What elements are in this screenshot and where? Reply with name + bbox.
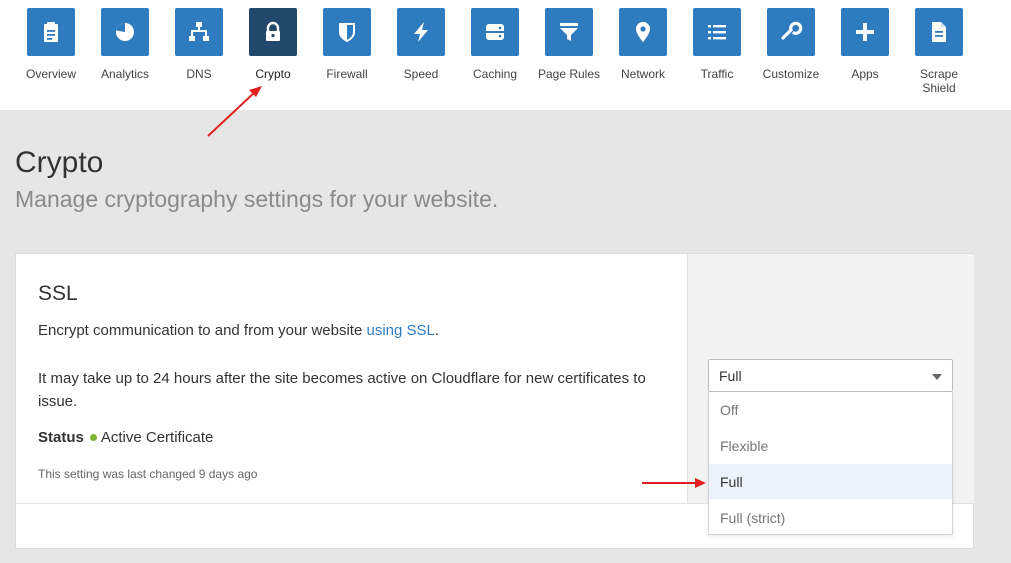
list-icon [693, 8, 741, 56]
nav-item-page-rules[interactable]: Page Rules [532, 8, 606, 81]
nav-item-crypto[interactable]: Crypto [236, 8, 310, 81]
ssl-certificate-note: It may take up to 24 hours after the sit… [38, 370, 646, 410]
filter-icon [545, 8, 593, 56]
status-value: Active Certificate [100, 429, 214, 446]
nav-item-speed[interactable]: Speed [384, 8, 458, 81]
nav-label: Customize [762, 67, 820, 81]
pie-chart-icon [101, 8, 149, 56]
nav-label: Scrape Shield [919, 67, 959, 95]
lightning-icon [397, 8, 445, 56]
ssl-mode-dropdown: Off Flexible Full Full (strict) [708, 392, 953, 535]
ssl-status: Status Active Certificate [38, 429, 213, 446]
map-pin-icon [619, 8, 667, 56]
shield-icon [323, 8, 371, 56]
ssl-mode-select[interactable]: Full [708, 359, 953, 392]
server-icon [471, 8, 519, 56]
nav-item-network[interactable]: Network [606, 8, 680, 81]
plus-icon [841, 8, 889, 56]
nav-label: Page Rules [537, 67, 601, 81]
nav-item-traffic[interactable]: Traffic [680, 8, 754, 81]
top-navigation: Overview Analytics DNS Crypto Firewall S… [0, 0, 1011, 110]
last-changed-text: This setting was last changed 9 days ago [38, 467, 258, 481]
ssl-title: SSL [38, 282, 78, 305]
nav-label: Apps [851, 67, 879, 81]
nav-item-firewall[interactable]: Firewall [310, 8, 384, 81]
network-tree-icon [175, 8, 223, 56]
ssl-option-off[interactable]: Off [709, 392, 952, 427]
nav-label: Speed [403, 67, 439, 81]
page-subtitle: Manage cryptography settings for your we… [15, 186, 499, 212]
nav-item-caching[interactable]: Caching [458, 8, 532, 81]
nav-label: Caching [472, 67, 518, 81]
nav-label: Network [620, 67, 665, 81]
status-label: Status [38, 429, 84, 446]
document-icon [915, 8, 963, 56]
nav-item-apps[interactable]: Apps [828, 8, 902, 81]
nav-item-overview[interactable]: Overview [14, 8, 88, 81]
nav-label: Analytics [100, 67, 150, 81]
using-ssl-link[interactable]: using SSL [366, 322, 434, 339]
status-dot-icon [89, 433, 97, 441]
nav-item-customize[interactable]: Customize [754, 8, 828, 81]
lock-icon [249, 8, 297, 56]
nav-label: Firewall [326, 67, 368, 81]
nav-label: Crypto [255, 67, 291, 81]
ssl-option-full[interactable]: Full [709, 464, 952, 499]
wrench-icon [767, 8, 815, 56]
ssl-description: Encrypt communication to and from your w… [38, 322, 439, 339]
page-title: Crypto [15, 146, 104, 179]
ssl-description-end: . [434, 322, 440, 339]
nav-item-analytics[interactable]: Analytics [88, 8, 162, 81]
ssl-option-flexible[interactable]: Flexible [709, 428, 952, 463]
nav-item-scrape-shield[interactable]: Scrape Shield [902, 8, 976, 95]
caret-down-icon [932, 374, 942, 380]
ssl-option-full-strict[interactable]: Full (strict) [709, 500, 952, 535]
nav-label: Traffic [700, 67, 734, 81]
nav-label: Overview [25, 67, 76, 81]
ssl-mode-selected-value: Full [719, 368, 742, 384]
nav-label: DNS [186, 67, 212, 81]
nav-item-dns[interactable]: DNS [162, 8, 236, 81]
ssl-description-text: Encrypt communication to and from your w… [38, 322, 363, 339]
clipboard-icon [27, 8, 75, 56]
